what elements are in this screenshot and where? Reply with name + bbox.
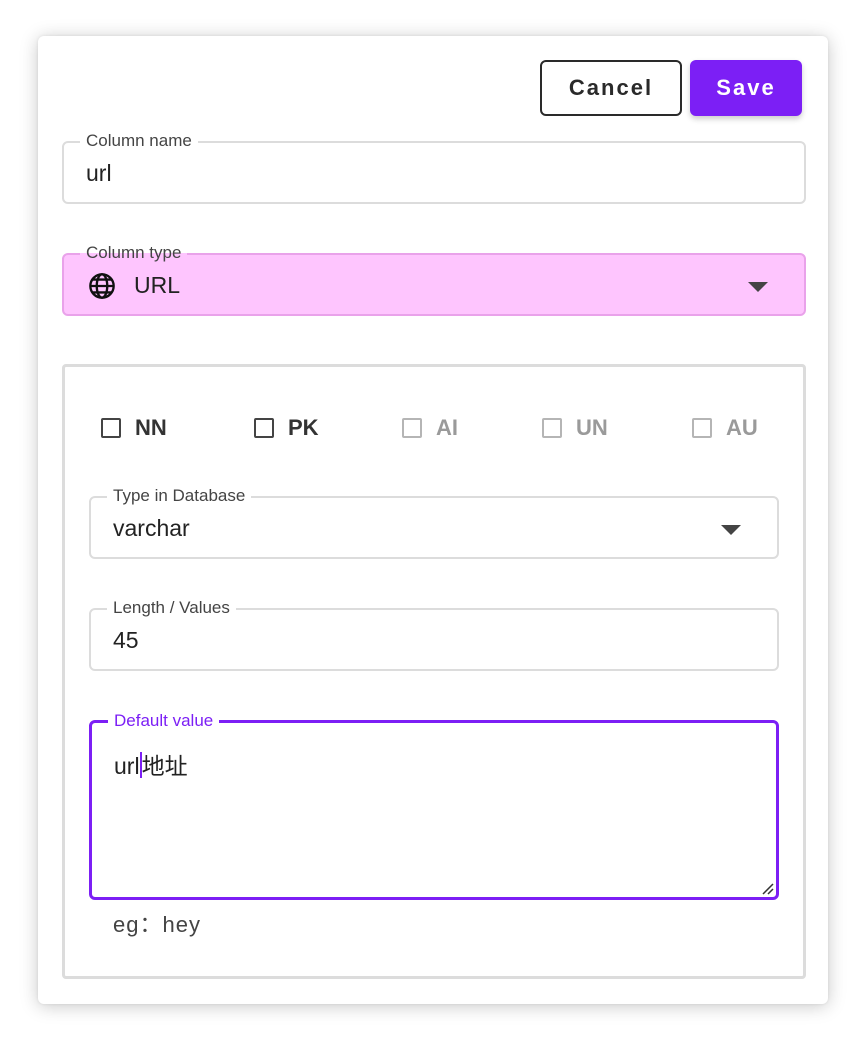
cancel-button[interactable]: Cancel (540, 60, 682, 116)
checkbox-icon[interactable] (254, 418, 274, 438)
column-type-select[interactable]: Column type URL (62, 243, 806, 316)
default-value-text-after: 地址 (141, 753, 188, 779)
checkbox-un: UN (542, 415, 608, 441)
checkbox-au-label: AU (726, 415, 758, 440)
chevron-down-icon[interactable] (748, 282, 768, 292)
default-value-text[interactable]: url地址 (114, 747, 188, 781)
checkbox-icon (692, 418, 712, 438)
column-name-field[interactable]: Column name url (62, 131, 806, 204)
checkbox-icon (402, 418, 422, 438)
db-type-value: varchar (113, 515, 190, 541)
db-type-label: Type in Database (107, 486, 252, 506)
default-value-label: Default value (108, 711, 220, 731)
checkbox-au: AU (692, 415, 758, 441)
checkbox-un-label: UN (576, 415, 608, 440)
default-value-helper-text: eg：hey (113, 912, 201, 937)
checkbox-pk[interactable]: PK (254, 415, 319, 441)
checkbox-pk-label: PK (288, 415, 319, 440)
length-values-value[interactable]: 45 (113, 627, 139, 654)
checkbox-ai-label: AI (436, 415, 458, 440)
resize-handle-icon[interactable] (760, 881, 774, 895)
checkbox-icon[interactable] (101, 418, 121, 438)
checkbox-ai: AI (402, 415, 458, 441)
checkbox-icon (542, 418, 562, 438)
db-type-select[interactable]: Type in Database varchar (89, 486, 779, 559)
column-name-value[interactable]: url (86, 160, 112, 187)
column-type-value: URL (134, 272, 181, 298)
column-name-label: Column name (80, 131, 198, 151)
default-value-text-before: url (114, 753, 140, 779)
default-value-textarea[interactable]: Default value url地址 (89, 711, 779, 900)
chevron-down-icon[interactable] (721, 525, 741, 535)
length-values-field[interactable]: Length / Values 45 (89, 598, 779, 671)
checkbox-nn[interactable]: NN (101, 415, 167, 441)
column-type-label: Column type (80, 243, 188, 263)
length-values-label: Length / Values (107, 598, 236, 618)
globe-icon (89, 273, 115, 299)
save-button[interactable]: Save (690, 60, 802, 116)
column-options-panel: NN PK AI UN AU Type in Database varchar … (62, 364, 806, 979)
checkbox-nn-label: NN (135, 415, 167, 440)
column-edit-dialog: Cancel Save Column name url Column type … (38, 36, 828, 1004)
